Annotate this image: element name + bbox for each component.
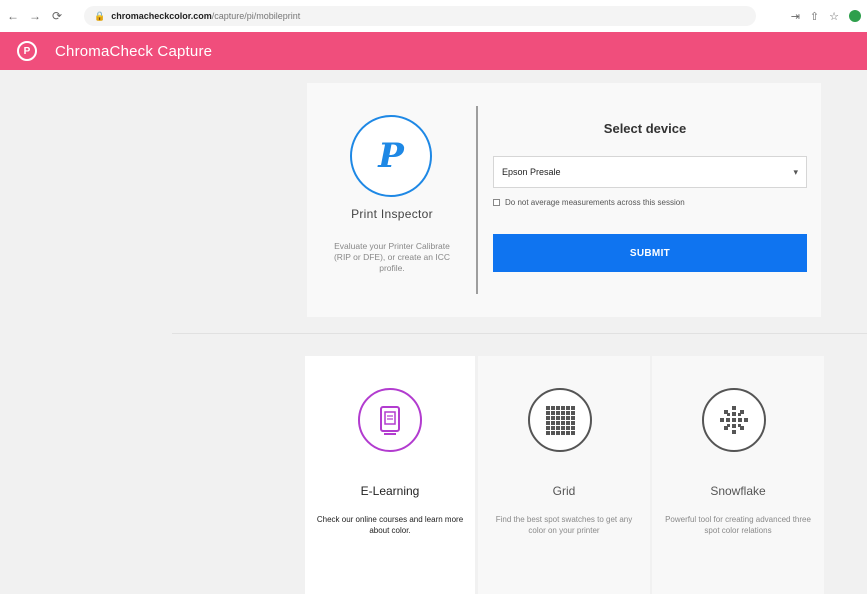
card-snowflake[interactable]: Snowflake Powerful tool for creating adv… [652, 356, 824, 594]
share-icon[interactable]: ⇥ [791, 10, 800, 23]
profile-icon[interactable] [849, 10, 861, 22]
card-e-learning-title: E-Learning [360, 484, 420, 498]
snowflake-icon [702, 388, 766, 452]
bookmark-icon[interactable]: ⇧ [810, 10, 819, 23]
back-button[interactable]: ← [4, 7, 22, 25]
card-e-learning-description: Check our online courses and learn more … [316, 515, 464, 535]
print-inspector-description: Evaluate your Printer Calibrate (RIP or … [333, 241, 451, 273]
app-logo-icon[interactable]: P [17, 41, 37, 61]
app-title: ChromaCheck Capture [55, 42, 213, 60]
print-inspector-title: Print Inspector [351, 207, 433, 221]
card-snowflake-title: Snowflake [710, 484, 766, 498]
average-measurements-option: Do not average measurements across this … [493, 196, 813, 208]
left-panel [9, 70, 172, 594]
card-snowflake-description: Powerful tool for creating advanced thre… [665, 515, 811, 535]
address-bar[interactable]: 🔒 chromacheckcolor.com /capture/pi/mobil… [84, 6, 756, 26]
submit-button[interactable]: SUBMIT [493, 234, 807, 272]
app-logo-letter: P [23, 45, 31, 57]
app-header: P ChromaCheck Capture [0, 32, 867, 70]
card-grid-description: Find the best spot swatches to get any c… [495, 515, 633, 535]
book-icon [358, 388, 422, 452]
browser-toolbar: ← → ⟳ 🔒 chromacheckcolor.com /capture/pi… [0, 0, 867, 33]
card-grid[interactable]: Grid Find the best spot swatches to get … [478, 356, 650, 594]
average-measurements-label: Do not average measurements across this … [505, 197, 685, 207]
chevron-down-icon: ▾ [793, 166, 798, 177]
print-inspector-logo-letter: P [378, 136, 404, 176]
card-grid-title: Grid [552, 484, 576, 498]
url-path: /capture/pi/mobileprint [211, 11, 301, 21]
star-icon[interactable]: ☆ [829, 10, 839, 23]
card-e-learning[interactable]: E-Learning Check our online courses and … [305, 356, 475, 594]
average-measurements-checkbox[interactable] [493, 198, 500, 206]
forward-button[interactable]: → [26, 7, 44, 25]
vertical-divider [476, 106, 478, 294]
device-select[interactable]: Epson Presale ▾ [493, 156, 807, 188]
url-host: chromacheckcolor.com [111, 11, 212, 21]
browser-actions: ⇥ ⇧ ☆ [791, 6, 861, 26]
print-inspector-logo-icon: P [350, 115, 432, 197]
section-divider [172, 333, 867, 334]
lock-icon: 🔒 [94, 10, 106, 21]
device-select-value: Epson Presale [502, 167, 561, 177]
reload-button[interactable]: ⟳ [48, 7, 66, 25]
grid-icon [528, 388, 592, 452]
select-device-title: Select device [603, 121, 687, 136]
